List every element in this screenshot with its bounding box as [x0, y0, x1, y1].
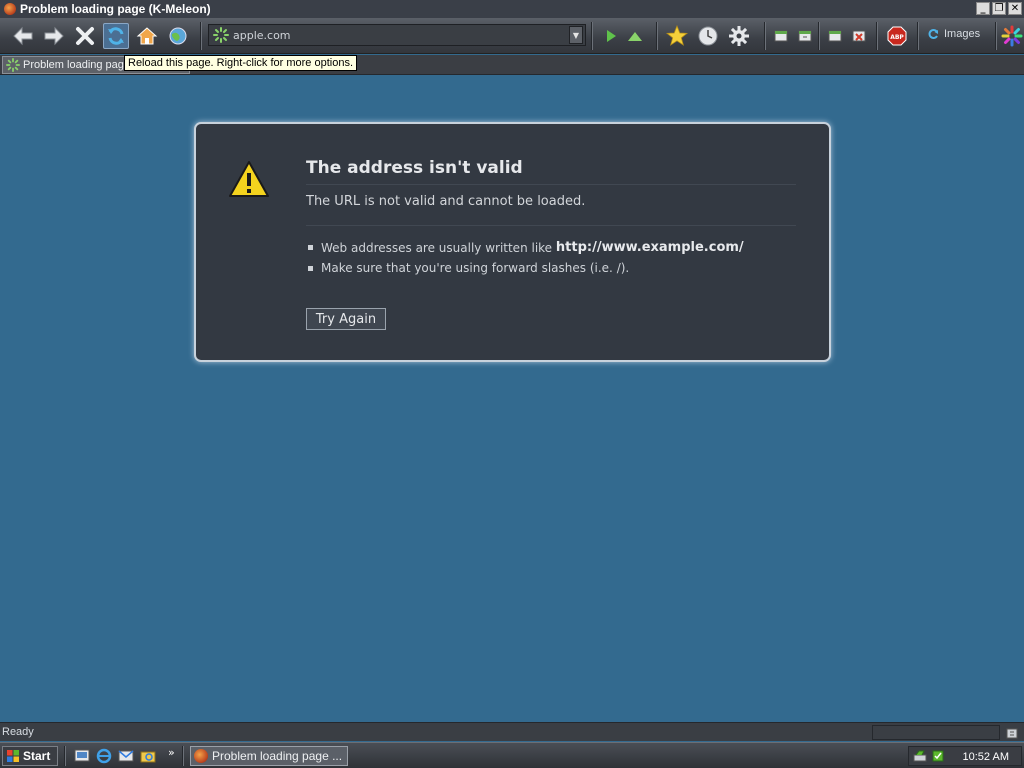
windows-logo-icon [7, 750, 19, 762]
list-item: Web addresses are usually written like h… [308, 240, 744, 255]
system-tray: 10:52 AM [908, 746, 1022, 766]
kmeleon-taskbar-icon [194, 749, 208, 763]
bookmarks-button[interactable] [664, 23, 690, 49]
address-bar[interactable]: apple.com ▼ [208, 24, 586, 46]
toolbar-separator [200, 22, 202, 50]
reload-icon [108, 27, 124, 45]
taskbar-separator [182, 746, 184, 766]
images-toggle-button[interactable]: Images [928, 28, 980, 40]
stop-icon [76, 27, 94, 45]
toolbar-separator [818, 22, 820, 50]
globe-icon [169, 27, 187, 45]
throbber-icon [1001, 25, 1023, 47]
tip-example-url: http://www.example.com/ [555, 240, 744, 255]
back-button[interactable] [10, 23, 36, 49]
outlook-express-icon[interactable] [118, 748, 134, 764]
stop-button[interactable] [72, 23, 98, 49]
error-panel: The address isn't valid The URL is not v… [194, 122, 831, 362]
network-icon[interactable] [913, 749, 927, 763]
tip-text: Web addresses are usually written like [321, 240, 553, 255]
toolbar-separator [917, 22, 919, 50]
gear-icon [729, 26, 749, 46]
images-label: Images [944, 28, 981, 40]
back-icon [13, 26, 33, 46]
title-bar: Problem loading page (K-Meleon) _ ❐ ✕ [0, 0, 1024, 18]
toolbar-separator [764, 22, 766, 50]
clock-icon [698, 26, 718, 46]
taskbar-separator [64, 746, 66, 766]
taskbar: Start » Problem loading page ... 10:52 A… [0, 742, 1024, 768]
page-content: The address isn't valid The URL is not v… [0, 76, 1024, 722]
up-button[interactable] [622, 23, 648, 49]
taskbar-item-label: Problem loading page ... [212, 749, 343, 763]
svg-text:ABP: ABP [890, 34, 904, 41]
windows-explorer-icon[interactable] [140, 748, 156, 764]
bullet [308, 265, 313, 271]
toolbar-separator [591, 22, 593, 50]
clock[interactable]: 10:52 AM [963, 751, 1009, 763]
window-close-icon [852, 30, 866, 42]
address-input[interactable]: apple.com [233, 29, 569, 42]
loading-favicon-icon [213, 27, 229, 43]
resize-grip-icon[interactable] [1004, 725, 1020, 741]
status-text: Ready [2, 726, 34, 738]
preferences-button[interactable] [726, 23, 752, 49]
star-icon [666, 25, 688, 46]
home-icon [136, 27, 158, 45]
error-description: The URL is not valid and cannot be loade… [306, 194, 796, 226]
toolbar-separator [995, 22, 997, 50]
toolbar-separator [656, 22, 658, 50]
forward-icon [44, 26, 64, 46]
up-icon [628, 32, 642, 41]
play-icon [607, 30, 616, 42]
window-back-icon [774, 30, 788, 42]
tip-text: Make sure that you're using forward slas… [321, 261, 630, 275]
window-title: Problem loading page (K-Meleon) [20, 2, 211, 16]
try-again-button[interactable]: Try Again [306, 308, 386, 330]
go-url-button[interactable] [598, 23, 624, 49]
quicklaunch-more-button[interactable]: » [168, 746, 175, 759]
restore-button[interactable]: ❐ [992, 2, 1006, 15]
loading-favicon-icon [6, 58, 20, 72]
forward-button[interactable] [41, 23, 67, 49]
images-icon [928, 29, 938, 39]
start-button[interactable]: Start [2, 746, 58, 766]
bullet [308, 245, 313, 250]
kmeleon-app-icon[interactable] [4, 3, 16, 15]
toolbar-separator [876, 22, 878, 50]
history-button[interactable] [695, 23, 721, 49]
show-desktop-icon[interactable] [74, 748, 90, 764]
close-tab-button[interactable] [846, 23, 872, 49]
reload-tooltip: Reload this page. Right-click for more o… [124, 55, 357, 71]
window-controls: _ ❐ ✕ [976, 2, 1022, 15]
tab-label: Problem loading page [23, 59, 131, 71]
warning-icon [229, 161, 269, 197]
new-tab-button[interactable] [792, 23, 818, 49]
new-window-button[interactable] [768, 23, 794, 49]
status-panel [872, 725, 1000, 740]
error-tips-list: Web addresses are usually written like h… [308, 240, 744, 281]
throbber [1000, 23, 1024, 49]
error-title: The address isn't valid [306, 158, 796, 185]
close-window-button[interactable]: ✕ [1008, 2, 1022, 15]
layer-button[interactable] [822, 23, 848, 49]
internet-explorer-icon[interactable] [96, 748, 112, 764]
home-button[interactable] [134, 23, 160, 49]
taskbar-item-kmeleon[interactable]: Problem loading page ... [190, 746, 348, 766]
window-forward-icon [798, 30, 812, 42]
adblock-button[interactable]: ABP [884, 23, 910, 49]
minimize-button[interactable]: _ [976, 2, 990, 15]
go-button[interactable] [165, 23, 191, 49]
window-new-icon [828, 30, 842, 42]
status-bar: Ready [0, 722, 1024, 741]
address-dropdown-button[interactable]: ▼ [569, 26, 583, 44]
list-item: Make sure that you're using forward slas… [308, 261, 744, 275]
start-label: Start [23, 749, 51, 763]
abp-icon: ABP [887, 26, 907, 46]
security-icon[interactable] [931, 749, 945, 763]
reload-button[interactable] [103, 23, 129, 49]
